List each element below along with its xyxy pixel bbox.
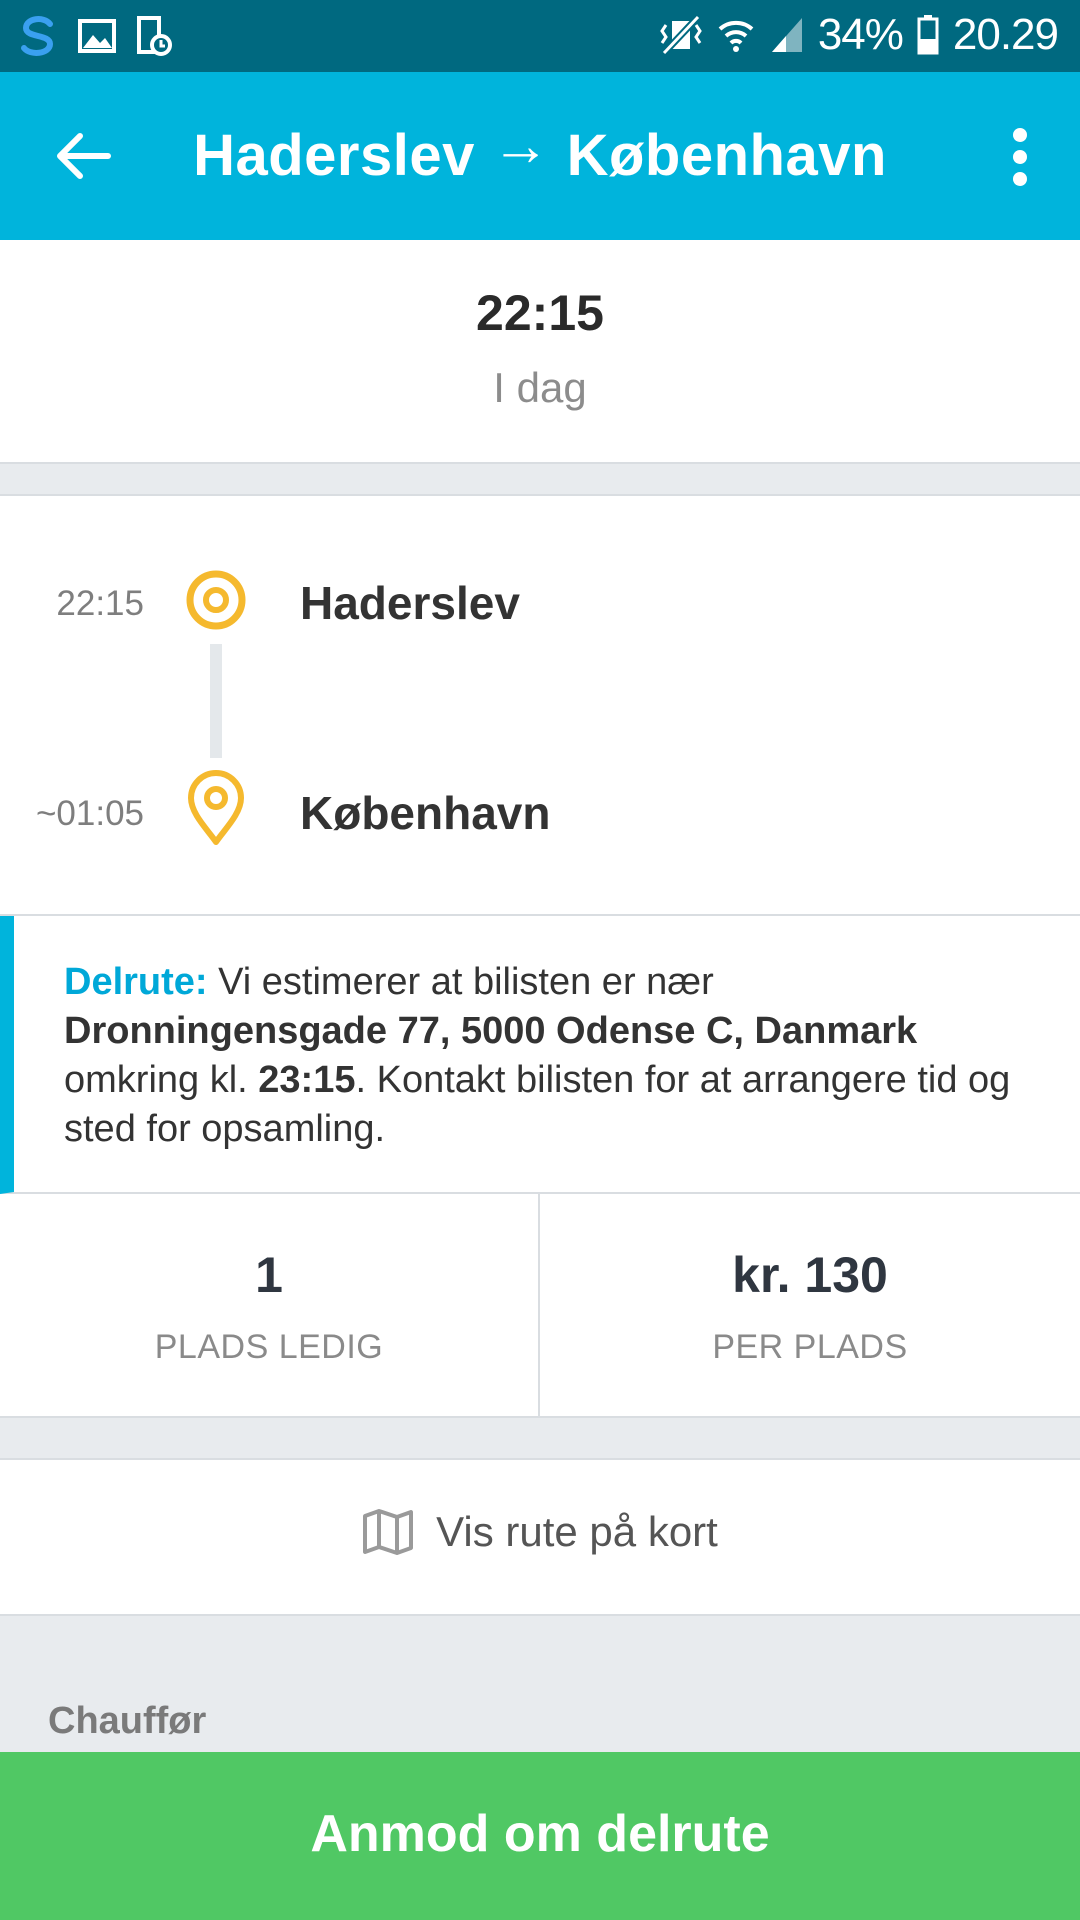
destination-pin-icon (188, 770, 244, 845)
price-stat: kr. 130 PER PLADS (540, 1194, 1080, 1416)
route-title: Haderslev → København (0, 113, 1080, 189)
skype-icon (21, 16, 54, 56)
request-partial-route-label: Anmod om delrute (310, 1805, 770, 1863)
status-bar: 34% 20.29 (0, 0, 1080, 72)
signal-icon (771, 18, 802, 52)
show-route-map-label: Vis rute på kort (436, 1508, 718, 1555)
system-status: 34% 20.29 (660, 10, 1059, 60)
itinerary: 22:15 Haderslev ~01:05 København (0, 494, 1080, 916)
route-connector (210, 644, 222, 758)
vibrate-mute-icon (660, 15, 702, 55)
price-label: PER PLADS (712, 1328, 908, 1366)
map-icon (363, 1509, 414, 1555)
seats-label: PLADS LEDIG (154, 1328, 384, 1366)
app-bar: Haderslev → København (0, 72, 1080, 240)
battery-percent: 34% (817, 10, 904, 59)
note-label: Delrute: (64, 961, 208, 1003)
departure-card: 22:15 I dag (0, 240, 1080, 464)
pickup-address: Dronningensgade 77, 5000 Odense C, Danma… (64, 1010, 918, 1052)
note-text-2: omkring kl. (64, 1059, 259, 1101)
clock: 20.29 (952, 10, 1059, 59)
origin-circle-icon (186, 570, 246, 630)
wifi-icon (718, 20, 754, 52)
seats-value: 1 (255, 1247, 283, 1303)
notification-icons (18, 14, 172, 58)
destination-time: ~01:05 (35, 794, 144, 833)
origin-name: Haderslev (300, 577, 520, 629)
route-destination: København (566, 123, 887, 188)
driver-section-title: Chauffør (48, 1700, 207, 1742)
route-arrow: → (491, 113, 550, 178)
note-text-1: Vi estimerer at bilisten er nær (207, 961, 714, 1003)
battery-icon (917, 15, 939, 55)
show-route-map-button[interactable]: Vis rute på kort (0, 1458, 1080, 1616)
seats-stat: 1 PLADS LEDIG (0, 1194, 540, 1416)
note-text: Delrute: Vi estimerer at bilisten er nær… (64, 958, 1024, 1154)
pickup-time: 23:15 (258, 1059, 356, 1101)
request-partial-route-button[interactable]: Anmod om delrute (0, 1752, 1080, 1920)
price-value: kr. 130 (732, 1247, 888, 1303)
departure-day: I dag (493, 364, 587, 411)
screen-timer-icon (137, 16, 172, 56)
destination-name: København (300, 787, 551, 839)
departure-time: 22:15 (476, 285, 604, 341)
image-icon (78, 19, 116, 53)
route-origin: Haderslev (193, 123, 475, 188)
more-options-icon[interactable] (1008, 128, 1032, 188)
trip-stats: 1 PLADS LEDIG kr. 130 PER PLADS (0, 1194, 1080, 1418)
partial-route-note: Delrute: Vi estimerer at bilisten er nær… (0, 916, 1080, 1194)
origin-time: 22:15 (56, 584, 144, 623)
